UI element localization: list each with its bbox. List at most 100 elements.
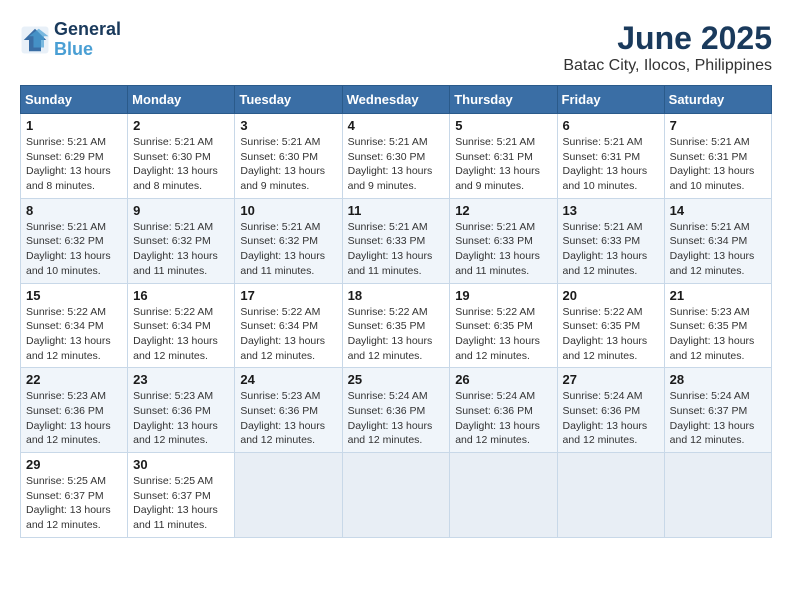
table-row: 4 Sunrise: 5:21 AM Sunset: 6:30 PM Dayli…: [342, 114, 450, 199]
day-number: 7: [670, 118, 766, 133]
day-number: 27: [563, 372, 659, 387]
day-number: 26: [455, 372, 551, 387]
day-number: 17: [240, 288, 336, 303]
day-number: 16: [133, 288, 229, 303]
logo-icon: [20, 25, 50, 55]
day-number: 24: [240, 372, 336, 387]
day-number: 6: [563, 118, 659, 133]
day-info: Sunrise: 5:21 AM Sunset: 6:31 PM Dayligh…: [670, 135, 766, 194]
table-row: 10 Sunrise: 5:21 AM Sunset: 6:32 PM Dayl…: [235, 198, 342, 283]
table-row: [235, 453, 342, 538]
day-info: Sunrise: 5:21 AM Sunset: 6:31 PM Dayligh…: [455, 135, 551, 194]
day-info: Sunrise: 5:21 AM Sunset: 6:32 PM Dayligh…: [240, 220, 336, 279]
table-row: 26 Sunrise: 5:24 AM Sunset: 6:36 PM Dayl…: [450, 368, 557, 453]
day-info: Sunrise: 5:21 AM Sunset: 6:33 PM Dayligh…: [563, 220, 659, 279]
day-number: 25: [348, 372, 445, 387]
day-info: Sunrise: 5:22 AM Sunset: 6:34 PM Dayligh…: [133, 305, 229, 364]
calendar-header-row: Sunday Monday Tuesday Wednesday Thursday…: [21, 86, 772, 114]
day-info: Sunrise: 5:21 AM Sunset: 6:31 PM Dayligh…: [563, 135, 659, 194]
day-number: 23: [133, 372, 229, 387]
table-row: 9 Sunrise: 5:21 AM Sunset: 6:32 PM Dayli…: [128, 198, 235, 283]
calendar-week-row: 15 Sunrise: 5:22 AM Sunset: 6:34 PM Dayl…: [21, 283, 772, 368]
day-info: Sunrise: 5:22 AM Sunset: 6:35 PM Dayligh…: [348, 305, 445, 364]
day-number: 22: [26, 372, 122, 387]
day-number: 28: [670, 372, 766, 387]
day-number: 18: [348, 288, 445, 303]
month-title: June 2025: [563, 20, 772, 57]
day-info: Sunrise: 5:21 AM Sunset: 6:30 PM Dayligh…: [133, 135, 229, 194]
calendar-week-row: 22 Sunrise: 5:23 AM Sunset: 6:36 PM Dayl…: [21, 368, 772, 453]
table-row: 17 Sunrise: 5:22 AM Sunset: 6:34 PM Dayl…: [235, 283, 342, 368]
col-sunday: Sunday: [21, 86, 128, 114]
table-row: 28 Sunrise: 5:24 AM Sunset: 6:37 PM Dayl…: [664, 368, 771, 453]
day-info: Sunrise: 5:21 AM Sunset: 6:33 PM Dayligh…: [348, 220, 445, 279]
day-number: 9: [133, 203, 229, 218]
table-row: 2 Sunrise: 5:21 AM Sunset: 6:30 PM Dayli…: [128, 114, 235, 199]
table-row: 20 Sunrise: 5:22 AM Sunset: 6:35 PM Dayl…: [557, 283, 664, 368]
day-number: 3: [240, 118, 336, 133]
table-row: 5 Sunrise: 5:21 AM Sunset: 6:31 PM Dayli…: [450, 114, 557, 199]
day-info: Sunrise: 5:21 AM Sunset: 6:30 PM Dayligh…: [348, 135, 445, 194]
table-row: 30 Sunrise: 5:25 AM Sunset: 6:37 PM Dayl…: [128, 453, 235, 538]
day-info: Sunrise: 5:21 AM Sunset: 6:32 PM Dayligh…: [133, 220, 229, 279]
col-thursday: Thursday: [450, 86, 557, 114]
table-row: 1 Sunrise: 5:21 AM Sunset: 6:29 PM Dayli…: [21, 114, 128, 199]
table-row: 19 Sunrise: 5:22 AM Sunset: 6:35 PM Dayl…: [450, 283, 557, 368]
calendar: Sunday Monday Tuesday Wednesday Thursday…: [20, 85, 772, 538]
table-row: 7 Sunrise: 5:21 AM Sunset: 6:31 PM Dayli…: [664, 114, 771, 199]
table-row: 12 Sunrise: 5:21 AM Sunset: 6:33 PM Dayl…: [450, 198, 557, 283]
day-info: Sunrise: 5:22 AM Sunset: 6:34 PM Dayligh…: [26, 305, 122, 364]
day-info: Sunrise: 5:24 AM Sunset: 6:36 PM Dayligh…: [455, 389, 551, 448]
day-number: 5: [455, 118, 551, 133]
table-row: [664, 453, 771, 538]
table-row: 15 Sunrise: 5:22 AM Sunset: 6:34 PM Dayl…: [21, 283, 128, 368]
day-info: Sunrise: 5:21 AM Sunset: 6:29 PM Dayligh…: [26, 135, 122, 194]
day-number: 4: [348, 118, 445, 133]
day-info: Sunrise: 5:22 AM Sunset: 6:34 PM Dayligh…: [240, 305, 336, 364]
day-number: 14: [670, 203, 766, 218]
table-row: 6 Sunrise: 5:21 AM Sunset: 6:31 PM Dayli…: [557, 114, 664, 199]
location-title: Batac City, Ilocos, Philippines: [563, 57, 772, 75]
day-info: Sunrise: 5:22 AM Sunset: 6:35 PM Dayligh…: [563, 305, 659, 364]
day-number: 19: [455, 288, 551, 303]
day-info: Sunrise: 5:24 AM Sunset: 6:36 PM Dayligh…: [563, 389, 659, 448]
day-info: Sunrise: 5:23 AM Sunset: 6:36 PM Dayligh…: [133, 389, 229, 448]
logo: General Blue: [20, 20, 121, 60]
table-row: [450, 453, 557, 538]
page-header: General Blue June 2025 Batac City, Iloco…: [20, 20, 772, 75]
day-number: 13: [563, 203, 659, 218]
day-number: 1: [26, 118, 122, 133]
day-info: Sunrise: 5:21 AM Sunset: 6:33 PM Dayligh…: [455, 220, 551, 279]
table-row: 3 Sunrise: 5:21 AM Sunset: 6:30 PM Dayli…: [235, 114, 342, 199]
day-number: 11: [348, 203, 445, 218]
day-info: Sunrise: 5:23 AM Sunset: 6:36 PM Dayligh…: [26, 389, 122, 448]
col-friday: Friday: [557, 86, 664, 114]
table-row: 25 Sunrise: 5:24 AM Sunset: 6:36 PM Dayl…: [342, 368, 450, 453]
table-row: 22 Sunrise: 5:23 AM Sunset: 6:36 PM Dayl…: [21, 368, 128, 453]
day-info: Sunrise: 5:24 AM Sunset: 6:37 PM Dayligh…: [670, 389, 766, 448]
day-info: Sunrise: 5:25 AM Sunset: 6:37 PM Dayligh…: [133, 474, 229, 533]
day-number: 20: [563, 288, 659, 303]
day-number: 12: [455, 203, 551, 218]
day-info: Sunrise: 5:21 AM Sunset: 6:30 PM Dayligh…: [240, 135, 336, 194]
day-number: 15: [26, 288, 122, 303]
table-row: 13 Sunrise: 5:21 AM Sunset: 6:33 PM Dayl…: [557, 198, 664, 283]
day-number: 21: [670, 288, 766, 303]
calendar-week-row: 1 Sunrise: 5:21 AM Sunset: 6:29 PM Dayli…: [21, 114, 772, 199]
table-row: 23 Sunrise: 5:23 AM Sunset: 6:36 PM Dayl…: [128, 368, 235, 453]
calendar-week-row: 8 Sunrise: 5:21 AM Sunset: 6:32 PM Dayli…: [21, 198, 772, 283]
day-info: Sunrise: 5:25 AM Sunset: 6:37 PM Dayligh…: [26, 474, 122, 533]
table-row: 8 Sunrise: 5:21 AM Sunset: 6:32 PM Dayli…: [21, 198, 128, 283]
day-number: 8: [26, 203, 122, 218]
day-number: 10: [240, 203, 336, 218]
day-info: Sunrise: 5:23 AM Sunset: 6:35 PM Dayligh…: [670, 305, 766, 364]
col-tuesday: Tuesday: [235, 86, 342, 114]
calendar-week-row: 29 Sunrise: 5:25 AM Sunset: 6:37 PM Dayl…: [21, 453, 772, 538]
table-row: 24 Sunrise: 5:23 AM Sunset: 6:36 PM Dayl…: [235, 368, 342, 453]
table-row: 16 Sunrise: 5:22 AM Sunset: 6:34 PM Dayl…: [128, 283, 235, 368]
table-row: 27 Sunrise: 5:24 AM Sunset: 6:36 PM Dayl…: [557, 368, 664, 453]
table-row: 11 Sunrise: 5:21 AM Sunset: 6:33 PM Dayl…: [342, 198, 450, 283]
day-number: 30: [133, 457, 229, 472]
day-info: Sunrise: 5:21 AM Sunset: 6:32 PM Dayligh…: [26, 220, 122, 279]
table-row: [557, 453, 664, 538]
